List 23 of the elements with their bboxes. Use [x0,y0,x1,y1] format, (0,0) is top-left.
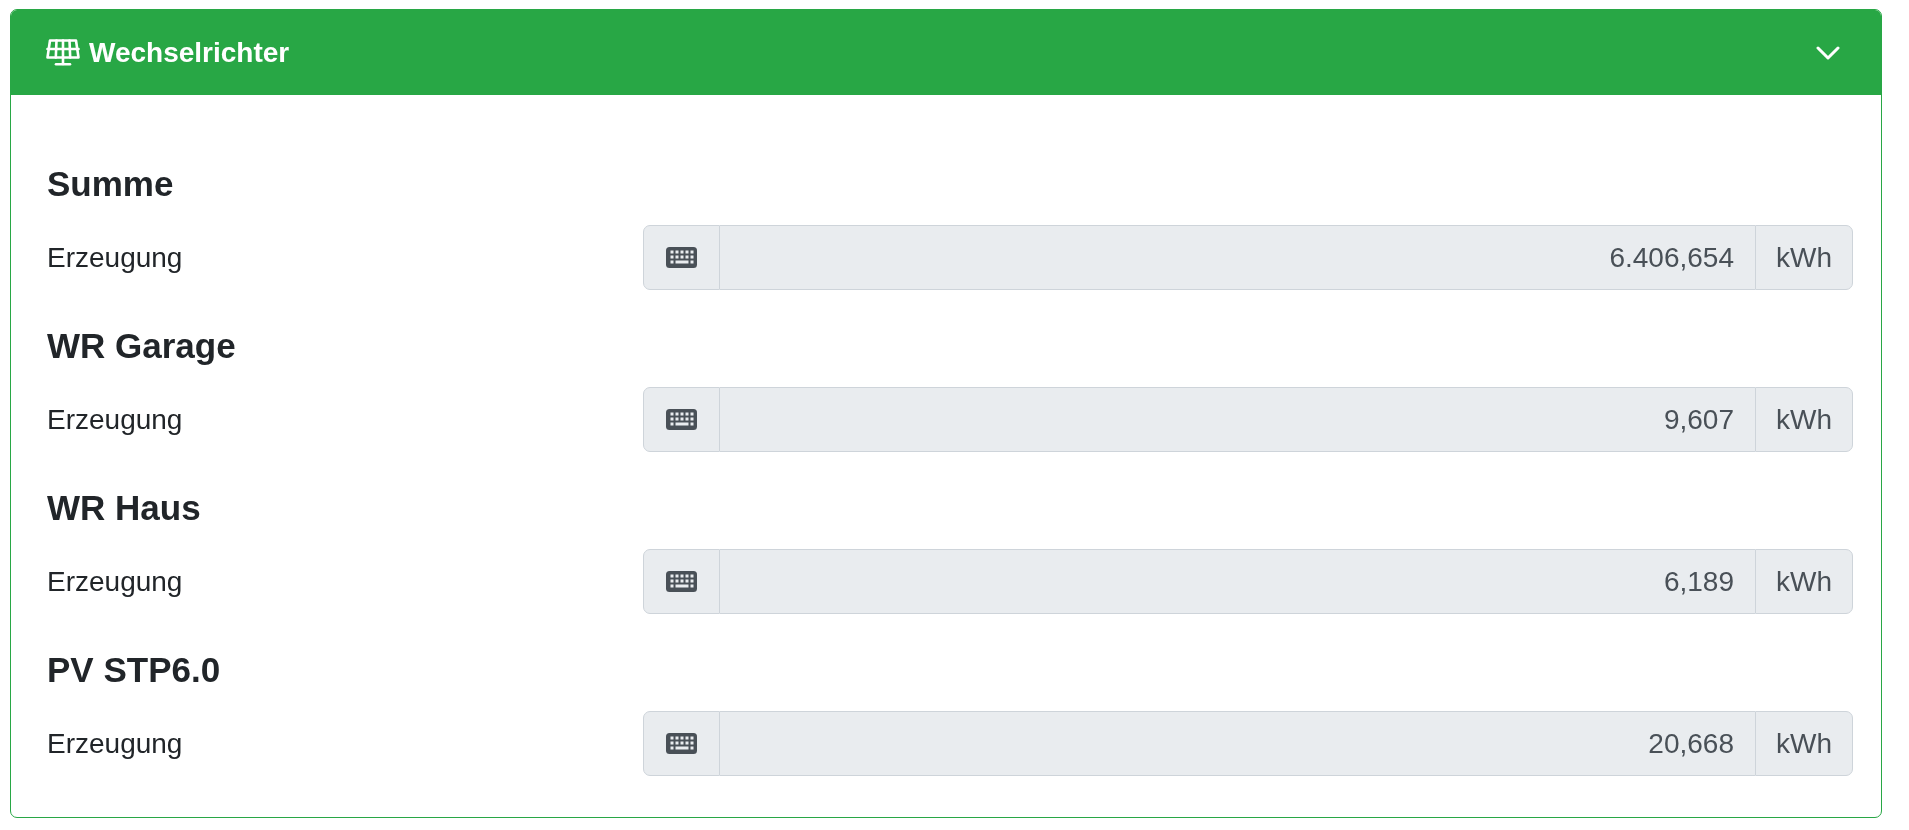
value-field[interactable]: 6,189 [720,549,1755,614]
keyboard-icon [666,733,697,754]
card-title: Wechselrichter [89,35,290,70]
field-label: Erzeugung [47,402,184,437]
keyboard-icon [666,409,697,430]
section-heading: WR Garage [47,325,237,367]
value-field[interactable]: 9,607 [720,387,1755,452]
keyboard-icon [666,247,697,268]
chevron-icon[interactable] [1816,45,1840,60]
section-heading: PV STP6.0 [47,649,222,691]
keyboard-icon [666,571,697,592]
value-field[interactable]: 20,668 [720,711,1755,776]
section-heading: Summe [47,163,175,205]
unit-label: kWh [1755,711,1853,776]
field-label: Erzeugung [47,240,184,275]
value-field[interactable]: 6.406,654 [720,225,1755,290]
unit-label: kWh [1755,225,1853,290]
field-label: Erzeugung [47,564,184,599]
unit-label: kWh [1755,387,1853,452]
solar-panel-icon [46,39,80,66]
unit-label: kWh [1755,549,1853,614]
section-heading: WR Haus [47,487,202,529]
field-label: Erzeugung [47,726,184,761]
